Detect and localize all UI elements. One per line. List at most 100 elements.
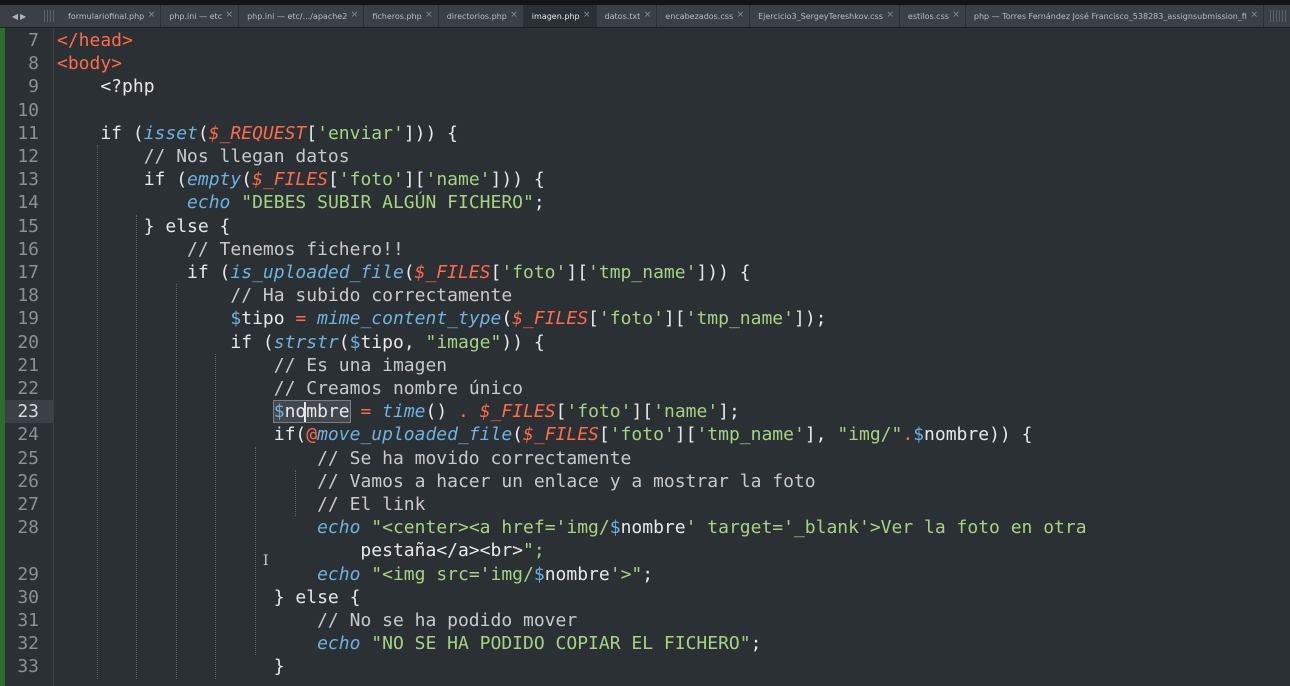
code-text: // Creamos nombre único [273,378,523,399]
code-text: if (empty($_FILES['foto']['name'])) { [57,169,545,191]
tab-close-icon[interactable]: × [148,10,156,20]
tab-scroll-right-icon[interactable]: ▶ [20,12,26,21]
code-line[interactable]: 13 if (empty($_FILES['foto']['name'])) { [0,168,1290,191]
code-line[interactable]: 11 if (isset($_REQUEST['enviar'])) { [0,122,1290,145]
code-text: } [57,656,285,678]
line-number: 26 [17,470,39,492]
code-line[interactable]: 10 [0,99,1290,122]
tab-3[interactable]: php.ini — etc/.../apache2 × [239,5,365,27]
code-line[interactable]: 26 // Vamos a hacer un enlace y a mostra… [0,470,1290,493]
code-line[interactable]: 32 echo "NO SE HA PODIDO COPIAR EL FICHE… [0,632,1290,655]
tab-6[interactable]: imagen.php × [523,5,597,27]
tab-5[interactable]: directorios.php × [439,5,524,27]
code-text: if (isset($_REQUEST['enviar'])) { [57,122,459,144]
line-number: 17 [17,262,39,283]
line-number: 14 [17,192,39,214]
code-text: <?php [57,76,155,98]
code-line[interactable]: 15 } else { [0,215,1290,238]
code-line[interactable]: 7 </head> [0,29,1290,52]
tab-4[interactable]: ficheros.php × [364,5,439,27]
code-line[interactable]: 29 echo "<img src='img/$nombre'>"; [0,563,1290,586]
code-text: echo "DEBES SUBIR ALGÚN FICHERO"; [187,192,545,214]
tab-label: imagen.php [531,11,580,21]
code-line[interactable]: 20 if (strstr($tipo, "image")) { [0,331,1290,354]
tab-label: directorios.php [446,11,507,21]
code-line[interactable]: 17 if (is_uploaded_file($_FILES['foto'][… [0,261,1290,284]
line-number: 13 [17,169,39,191]
code-line[interactable]: 12 // Nos llegan datos [0,145,1290,168]
code-line[interactable]: 14 echo "DEBES SUBIR ALGÚN FICHERO"; [0,191,1290,214]
tab-label: estilos.css [907,11,949,21]
line-number: 33 [17,656,39,678]
line-number: 11 [17,122,39,144]
line-number: 8 [28,53,39,75]
tab-8[interactable]: encabezados.css × [657,5,751,27]
tab-overflow-left-grip[interactable] [42,10,56,22]
code-line[interactable]: 22 // Creamos nombre único [0,377,1290,400]
line-number: 23 [17,401,39,423]
code-line[interactable]: 16 // Tenemos fichero!! [0,238,1290,261]
tab-close-icon[interactable]: × [583,10,591,20]
code-text: } else { [57,215,231,237]
tab-close-icon[interactable]: × [886,10,894,20]
code-editor[interactable]: 7 </head> 8 <body> 9 <?php 10 11 if (isset($_R… [0,28,1290,686]
tab-nav: ◀ ▶ [0,5,38,27]
code-text: echo "NO SE HA PODIDO COPIAR EL FICHERO"… [317,633,762,655]
line-number: 28 [17,517,39,539]
tab-2[interactable]: php.ini — etc × [161,5,240,27]
tab-label: formulariofinal.php [68,11,145,21]
code-text: pestaña</a><br>"; [57,540,545,562]
tab-close-icon[interactable]: × [644,10,652,20]
code-line[interactable]: 33 } [0,655,1290,678]
tab-1[interactable]: formulariofinal.php × [60,5,162,27]
code-line[interactable]: 28 echo "<center><a href='img/$nombre' t… [0,516,1290,539]
tab-bar: ◀ ▶ formulariofinal.php × php.ini — etc × ph… [0,5,1290,28]
tab-close-icon[interactable]: × [737,10,745,20]
code-line[interactable]: pestaña</a><br>"; [0,539,1290,562]
code-line[interactable]: 30 } else { [0,586,1290,609]
code-line[interactable]: 25 // Se ha movido correctamente [0,447,1290,470]
code-text: if (is_uploaded_file($_FILES['foto']['tm… [57,262,751,283]
tab-label: encabezados.css [665,11,734,21]
tab-label: Ejercicio3_SergeyTereshkov.css [758,11,883,21]
tab-scroll-left-icon[interactable]: ◀ [12,12,18,21]
tab-label: datos.txt [604,11,641,21]
tab-close-icon[interactable]: × [510,10,518,20]
code-text: </head> [57,30,133,51]
line-number: 9 [28,76,39,98]
code-text: echo "<img src='img/$nombre'>"; [317,563,654,585]
line-number: 32 [17,633,39,655]
tab-label: php.ini — etc [169,11,223,21]
code-line[interactable]: 18 // Ha subido correctamente [0,284,1290,307]
code-line[interactable]: 23 $nombre = time() . $_FILES['foto']['n… [0,400,1290,424]
code-text: if (strstr($tipo, "image")) { [57,331,545,353]
tab-close-icon[interactable]: × [425,10,433,20]
code-line[interactable]: 31 // No se ha podido mover [0,609,1290,632]
line-number: 18 [17,285,39,307]
tab-close-icon[interactable]: × [226,10,234,20]
code-line[interactable]: 21 // Es una imagen [0,354,1290,377]
code-text: <body> [57,53,123,75]
line-number: 30 [17,586,39,608]
tab-close-icon[interactable]: × [952,10,960,20]
tab-11[interactable]: php — Torres Fernández José Francisco_53… [966,5,1264,27]
tab-label: php — Torres Fernández José Francisco_53… [973,11,1247,21]
mouse-ibeam-cursor: I [263,553,269,569]
tab-10[interactable]: estilos.css × [900,5,966,27]
code-line[interactable]: 9 <?php [0,75,1290,98]
line-number: 22 [17,378,39,399]
code-line[interactable]: 27 // El link [0,493,1290,516]
tab-9[interactable]: Ejercicio3_SergeyTereshkov.css × [750,5,900,27]
line-number: 7 [28,30,39,51]
code-line[interactable]: 8 <body> [0,52,1290,75]
line-number: 10 [17,99,39,121]
line-number: 27 [17,494,39,515]
tab-overflow-right-grip[interactable] [1268,10,1286,22]
code-line[interactable]: 19 $tipo = mime_content_type($_FILES['fo… [0,307,1290,330]
code-text: } else { [57,586,361,608]
tab-close-icon[interactable]: × [351,10,359,20]
code-text: // Es una imagen [273,354,448,376]
code-line[interactable]: 24 if(@move_uploaded_file($_FILES['foto'… [0,423,1290,446]
tab-close-icon[interactable]: × [1250,10,1258,20]
tab-7[interactable]: datos.txt × [597,5,658,27]
